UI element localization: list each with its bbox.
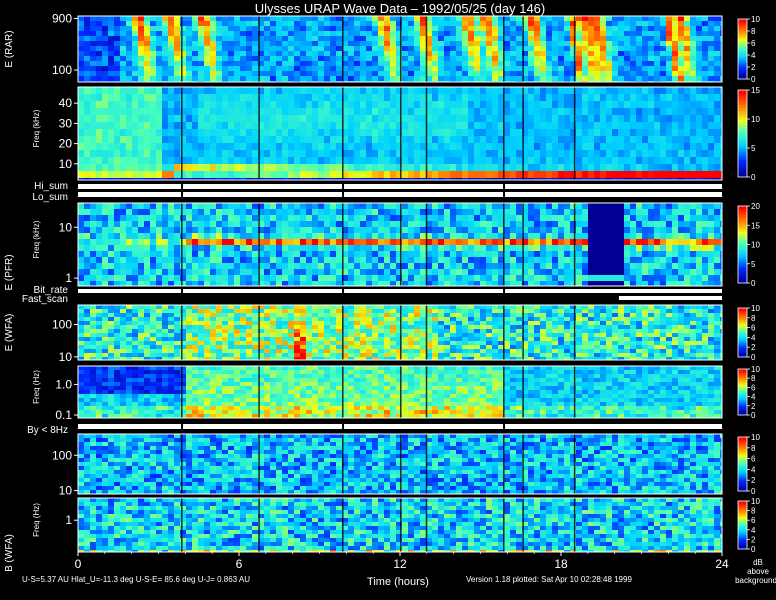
- y-tick-label: 1: [65, 513, 72, 527]
- colorbar-tick-label: 5: [751, 144, 756, 153]
- panel-wfa-e-high: [78, 305, 722, 360]
- y-tick-label: 1.0: [55, 377, 72, 391]
- urap-wave-figure: Hi_sumLo_sumBit_rateFast_scanBy < 8Hz 10…: [4, 1, 776, 588]
- y-tick-label: 10: [59, 157, 73, 171]
- colorbar-rar-high: 0 2 4 6 8 10: [737, 15, 760, 84]
- y-tick-label: 10: [59, 484, 73, 498]
- colorbar-wfa-b-high: 0 2 46 8 10: [737, 433, 760, 496]
- y-axis-label: E (PFR): [4, 254, 15, 290]
- y-tick-label: 40: [59, 96, 73, 110]
- y-tick-label: 0.1: [55, 408, 72, 422]
- colorbar-tick-label: 10: [751, 241, 760, 250]
- panel-wfa-b-high: [78, 434, 722, 494]
- colorbar-tick-label: 6: [751, 324, 756, 333]
- colorbar-tick-label: 2: [751, 402, 756, 411]
- colorbar-rar-low: 0 5 10 15: [737, 86, 760, 182]
- y-axis-label: B (WFA): [4, 534, 15, 572]
- colorbar-unit-above: above: [747, 567, 769, 576]
- panel-wfa-e-low: [78, 366, 722, 418]
- colorbar-tick-label: 4: [751, 526, 756, 535]
- colorbar-tick-label: 20: [751, 202, 760, 211]
- y-tick-label: 20: [59, 137, 73, 151]
- y-axis-sublabel: Freq (Hz): [32, 503, 41, 537]
- y-axis-label: E (WFA): [4, 314, 15, 352]
- strip-fast-scan: Fast_scan: [22, 294, 722, 305]
- strip-label-lo-sum: Lo_sum: [32, 192, 68, 203]
- colorbar-tick-label: 8: [751, 507, 756, 516]
- colorbar-tick-label: 8: [751, 27, 756, 36]
- y-axis-sublabel: Freq (kHz): [32, 109, 41, 147]
- colorbar-tick-label: 10: [751, 497, 760, 506]
- colorbar-tick-label: 15: [751, 86, 760, 95]
- footer-version: Version 1.18 plotted: Sat Apr 10 02:28:4…: [466, 575, 632, 584]
- colorbar-tick-label: 4: [751, 51, 756, 60]
- colorbar-tick-label: 6: [751, 516, 756, 525]
- colorbar-tick-label: 10: [751, 365, 760, 374]
- colorbar-pfr: 0 5 10 15 20: [737, 202, 760, 288]
- y-axis-sublabel: Freq (kHz): [32, 220, 41, 258]
- colorbars: 0246810051015051015200246810024681002468…: [737, 15, 760, 554]
- strip-lo-sum: Lo_sum: [32, 192, 722, 203]
- panel-rar-high: [78, 16, 722, 82]
- y-tick-label: 30: [59, 116, 73, 130]
- y-axis-sublabel: Freq (Hz): [32, 370, 41, 404]
- x-tick-label: 24: [715, 557, 729, 571]
- y-tick-label: 100: [52, 317, 72, 331]
- colorbar-tick-label: 0: [751, 173, 756, 182]
- colorbar-unit-background: background: [735, 576, 776, 585]
- colorbar-tick-label: 2: [751, 63, 756, 72]
- y-tick-label: 10: [59, 220, 73, 234]
- x-tick-label: 18: [554, 557, 568, 571]
- spectrogram-layer: [78, 16, 722, 552]
- colorbar-tick-label: 4: [751, 465, 756, 474]
- colorbar-tick-label: 6: [751, 39, 756, 48]
- y-axis-label: E (RAR): [4, 30, 15, 67]
- colorbar-tick-label: 5: [751, 260, 756, 269]
- strip-hi-sum: Hi_sum: [34, 181, 722, 192]
- colorbar-tick-label: 15: [751, 221, 760, 230]
- colorbar-wfa-e-low: 0246810: [737, 365, 760, 420]
- panel-wfa-b-low: [78, 498, 722, 552]
- colorbar-tick-label: 0: [751, 545, 756, 554]
- strip-label-by-8hz: By < 8Hz: [27, 425, 68, 436]
- colorbar-tick-label: 0: [751, 279, 756, 288]
- y-tick-label: 1: [65, 271, 72, 285]
- colorbar-tick-label: 4: [751, 333, 756, 342]
- colorbar-wfa-e-high: 0246810: [737, 304, 760, 362]
- y-tick-label: 900: [52, 11, 72, 25]
- y-tick-label: 100: [52, 448, 72, 462]
- y-tick-label: 10: [59, 350, 73, 364]
- colorbar-tick-label: 8: [751, 374, 756, 383]
- x-tick-label: 12: [393, 557, 407, 571]
- colorbar-wfa-b-low: 0246810: [737, 497, 760, 554]
- panel-pfr: [78, 203, 722, 286]
- colorbar-unit-db: dB: [753, 558, 763, 567]
- colorbar-tick-label: 8: [751, 314, 756, 323]
- strip-bit-rate: Bit_rate: [34, 285, 722, 296]
- figure-title: Ulysses URAP Wave Data – 1992/05/25 (day…: [255, 1, 545, 16]
- colorbar-tick-label: 0: [751, 353, 756, 362]
- x-tick-label: 0: [75, 557, 82, 571]
- strip-label-fast-scan: Fast_scan: [22, 294, 68, 305]
- colorbar-tick-label: 10: [751, 433, 760, 442]
- colorbar-tick-label: 4: [751, 393, 756, 402]
- panel-rar-low: [78, 87, 722, 180]
- y-tick-label: 100: [52, 63, 72, 77]
- colorbar-tick-label: 10: [751, 115, 760, 124]
- colorbar-tick-label: 2: [751, 476, 756, 485]
- colorbar-tick-label: 0: [751, 75, 756, 84]
- colorbar-tick-label: 2: [751, 343, 756, 352]
- colorbar-tick-label: 6: [751, 455, 756, 464]
- colorbar-tick-label: 10: [751, 15, 760, 24]
- colorbar-tick-label: 10: [751, 304, 760, 313]
- colorbar-tick-label: 6: [751, 383, 756, 392]
- colorbar-tick-label: 0: [751, 487, 756, 496]
- x-tick-label: 6: [236, 557, 243, 571]
- colorbar-tick-label: 0: [751, 411, 756, 420]
- strip-label-hi-sum: Hi_sum: [34, 181, 68, 192]
- x-axis-label: Time (hours): [367, 576, 429, 588]
- footer-orbit-info: U-S=5.37 AU Hlat_U=-11.3 deg U-S-E= 85.6…: [22, 575, 250, 584]
- colorbar-tick-label: 2: [751, 535, 756, 544]
- colorbar-tick-label: 8: [751, 444, 756, 453]
